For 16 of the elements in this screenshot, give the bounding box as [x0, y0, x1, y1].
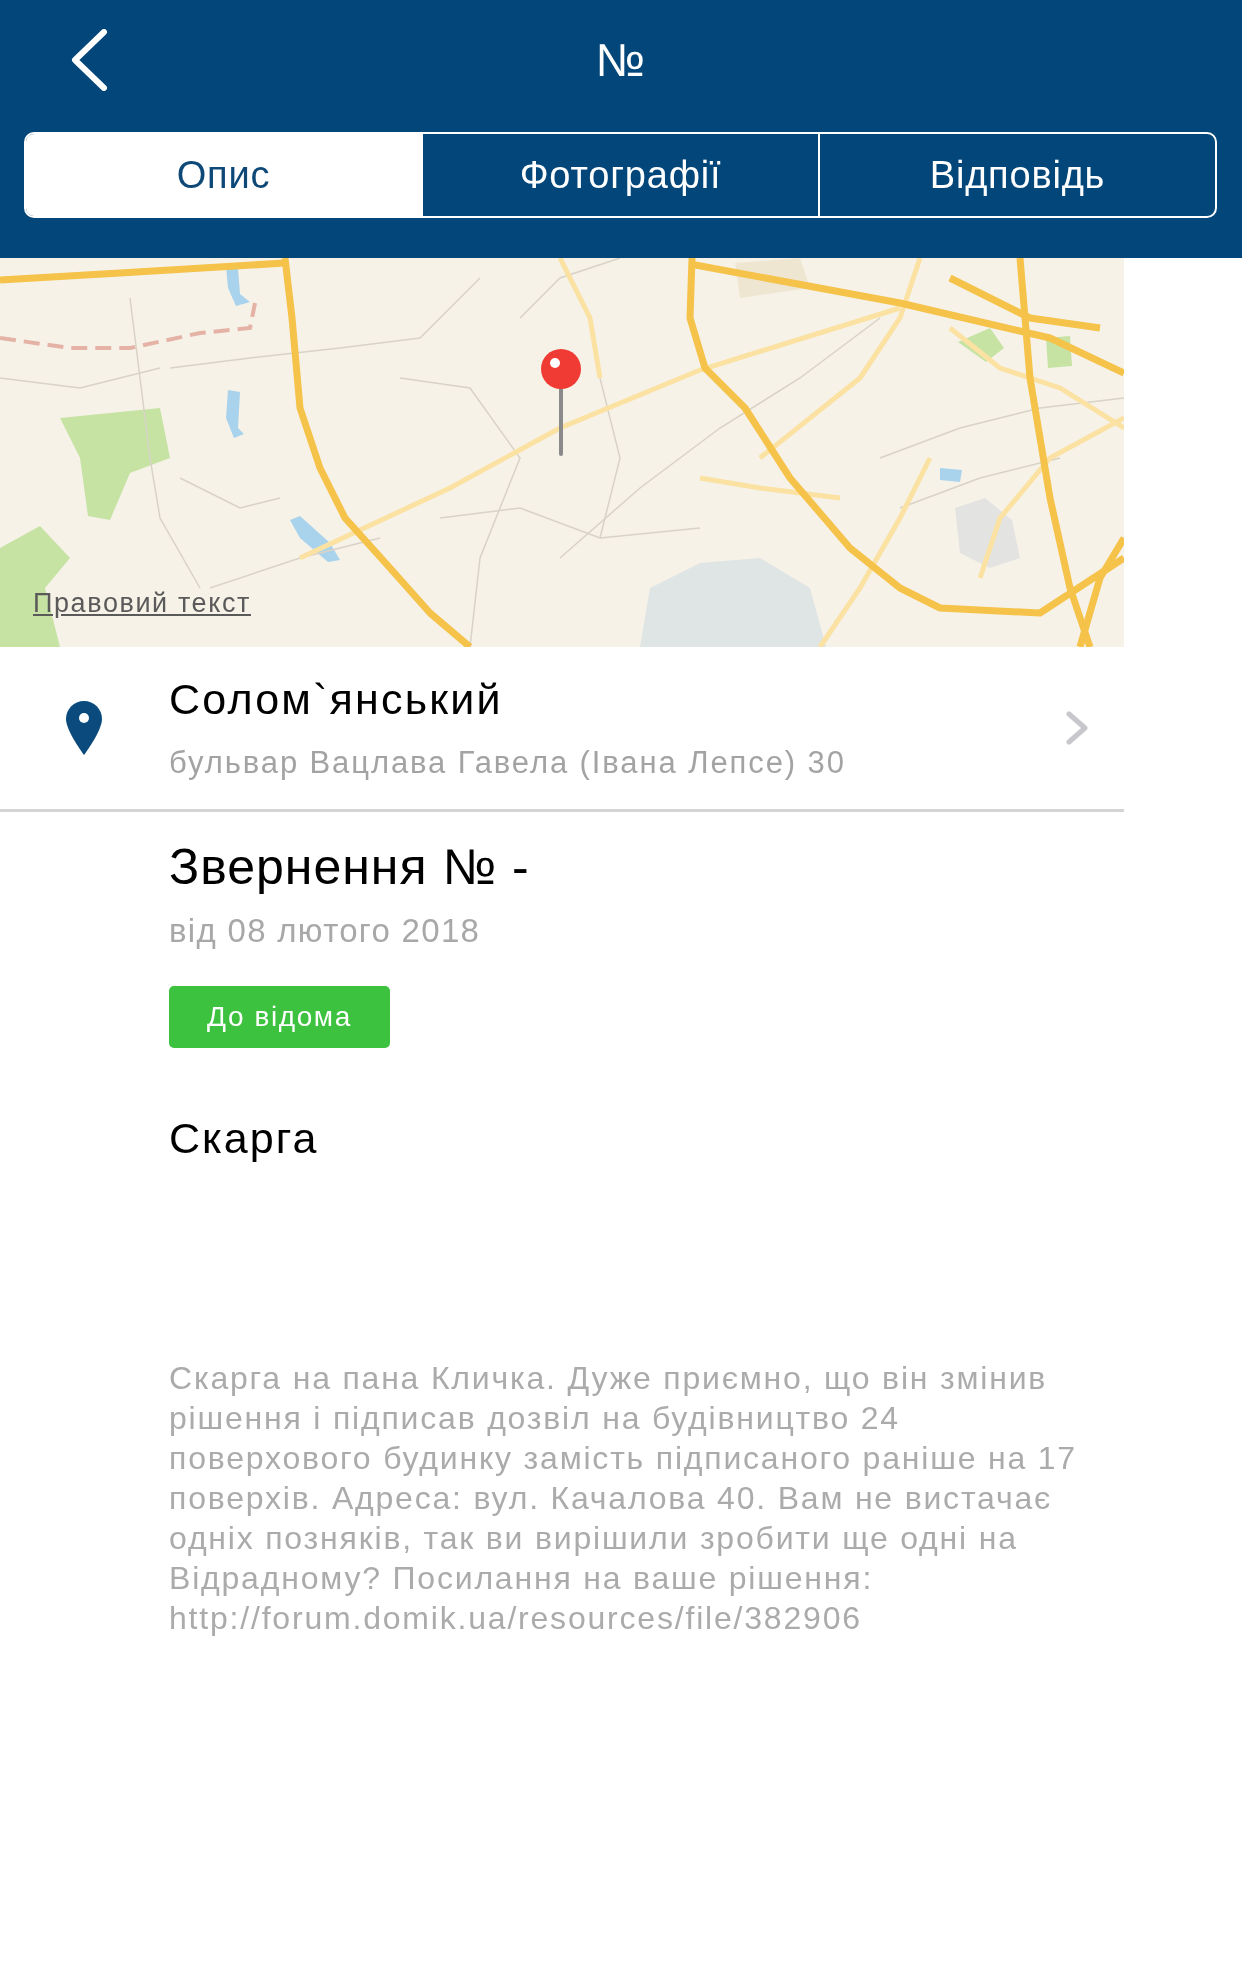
tab[interactable]: Відповідь: [818, 134, 1215, 216]
back-button[interactable]: [69, 28, 109, 92]
status-badge: До відома: [169, 986, 390, 1048]
street-address: бульвар Вацлава Гавела (Івана Лепсе) 30: [169, 744, 846, 782]
appeal-title: Звернення № -: [169, 838, 530, 897]
category-heading: Скарга: [169, 1113, 319, 1164]
chevron-left-icon: [70, 29, 108, 91]
description-text: Скарга на пана Кличка. Дуже приємно, що він змінив рішення і підписав дозвіл на будівництво 24 поверхового будинку замість підписаного раніше на 17 поверхів. Адреса: вул. Качалова 40. Вам не вистачає одніх позняків, так ви вирішили зробити ще одні на Відрадному? Посилання на ваше рішення: http://forum.domik.ua/resources/file/382906: [169, 1359, 1078, 1638]
appeal-date: від 08 лютого 2018: [169, 911, 481, 951]
tab[interactable]: Фотографії: [421, 134, 818, 216]
legal-link[interactable]: Правовий текст: [33, 588, 251, 619]
district-name: Солом`янський: [169, 674, 503, 724]
location-pin-icon: [66, 701, 102, 755]
map-pin-icon: [540, 348, 582, 458]
nav-title: №: [595, 33, 646, 88]
tab[interactable]: Опис: [26, 134, 421, 216]
